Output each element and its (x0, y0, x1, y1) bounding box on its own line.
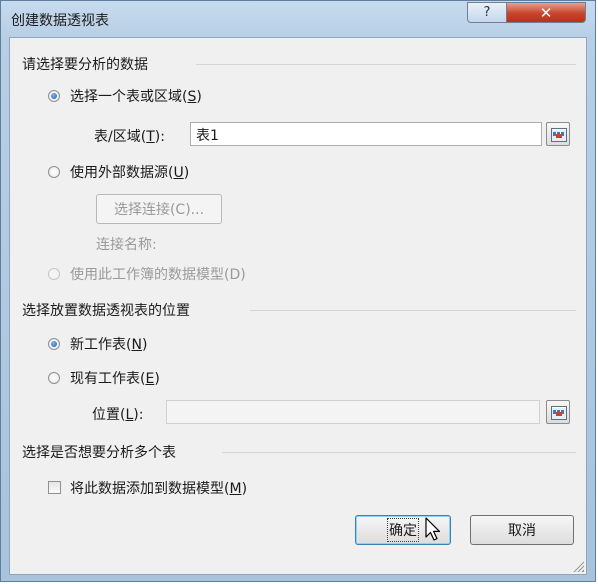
section-divider (222, 452, 576, 453)
location-select-icon (551, 406, 567, 420)
range-input[interactable]: 表1 (190, 122, 542, 146)
help-button[interactable]: ? (467, 2, 507, 23)
radio-data-model-label[interactable]: 使用此工作簿的数据模型(D) (70, 264, 246, 284)
connection-name-label: 连接名称: (96, 237, 157, 253)
close-icon: ✕ (539, 3, 553, 22)
help-icon: ? (483, 5, 491, 20)
close-button[interactable]: ✕ (506, 2, 586, 23)
dialog-body: 请选择要分析的数据 选择一个表或区域(S) 表/区域(T): 表1 使用外部数据… (9, 37, 587, 575)
title-bar[interactable]: 创建数据透视表 ? ✕ (1, 1, 595, 37)
range-collapse-button[interactable] (546, 122, 570, 146)
add-to-data-model-label[interactable]: 将此数据添加到数据模型(M) (70, 478, 247, 498)
radio-existing-worksheet-label[interactable]: 现有工作表(E) (70, 368, 160, 388)
mouse-cursor-icon (425, 517, 441, 541)
radio-new-worksheet-label[interactable]: 新工作表(N) (70, 334, 147, 354)
location-label: 位置(L): (92, 407, 144, 423)
cancel-button[interactable]: 取消 (470, 515, 574, 545)
radio-data-model[interactable] (48, 268, 60, 280)
section-divider (196, 64, 576, 65)
radio-external-source-label[interactable]: 使用外部数据源(U) (70, 162, 189, 182)
radio-select-table[interactable] (48, 90, 60, 102)
location-collapse-button[interactable] (546, 400, 570, 424)
choose-connection-button[interactable]: 选择连接(C)... (96, 194, 222, 224)
radio-new-worksheet[interactable] (48, 338, 60, 350)
resize-grip-icon[interactable] (572, 560, 584, 572)
section-title-placement: 选择放置数据透视表的位置 (22, 303, 190, 319)
range-select-icon (551, 128, 567, 142)
section-title-choose-data: 请选择要分析的数据 (22, 57, 148, 73)
radio-external-source[interactable] (48, 166, 60, 178)
section-divider (250, 310, 576, 311)
radio-existing-worksheet[interactable] (48, 372, 60, 384)
create-pivot-table-dialog: 创建数据透视表 ? ✕ 请选择要分析的数据 选择一个表或区域(S) 表/区域(T… (0, 0, 596, 582)
section-title-multiple-tables: 选择是否想要分析多个表 (22, 445, 176, 461)
ok-button-label: 确定 (387, 518, 419, 542)
location-input[interactable] (166, 400, 540, 424)
range-label: 表/区域(T): (94, 129, 165, 145)
add-to-data-model-checkbox[interactable] (48, 481, 61, 494)
dialog-title: 创建数据透视表 (11, 13, 109, 29)
radio-select-table-label[interactable]: 选择一个表或区域(S) (70, 86, 202, 106)
